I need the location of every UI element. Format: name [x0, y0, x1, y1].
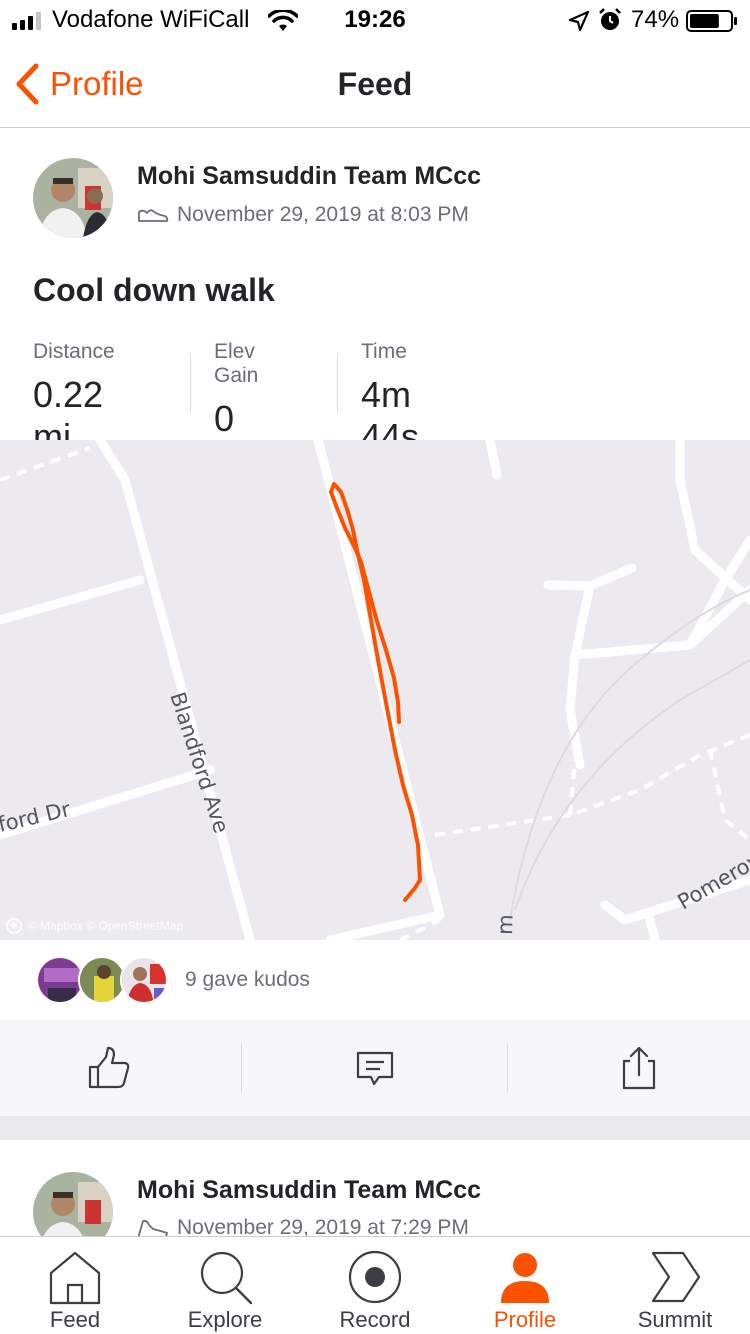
- stat-label: Elev Gain: [214, 340, 259, 387]
- tab-bar: Feed Explore Record Profile Summit: [0, 1236, 750, 1334]
- stat-label: Distance: [33, 340, 115, 363]
- battery-icon: [686, 10, 737, 32]
- mapbox-logo-icon: ◉: [6, 918, 22, 934]
- kudos-avatar: [78, 956, 126, 1004]
- back-button[interactable]: Profile: [14, 62, 144, 106]
- status-bar: Vodafone WiFiCall 19:26 74%: [0, 0, 750, 40]
- activity-meta: November 29, 2019 at 8:03 PM: [137, 203, 469, 227]
- avatar-photo: [33, 158, 113, 238]
- back-label: Profile: [50, 65, 144, 102]
- feed-separator: [0, 1116, 750, 1140]
- record-icon: [348, 1250, 402, 1304]
- kudos-row[interactable]: 9 gave kudos: [0, 940, 750, 1020]
- comment-icon: [356, 1051, 394, 1086]
- tab-label: Record: [339, 1307, 411, 1332]
- kudos-button[interactable]: [79, 1038, 139, 1098]
- shoe-icon: [138, 209, 169, 222]
- tab-explore[interactable]: Explore: [150, 1237, 300, 1334]
- stat-divider: [190, 354, 191, 412]
- street-label-blandford-ave: Blandford Ave: [165, 689, 233, 836]
- map-canvas: Blandford Ave ford Dr Pomeroy m: [0, 440, 750, 940]
- stat-divider: [337, 354, 338, 412]
- athlete-avatar[interactable]: [33, 158, 113, 238]
- athlete-name[interactable]: Mohi Samsuddin Team MCcc: [137, 1176, 481, 1205]
- tab-label: Feed: [49, 1307, 101, 1332]
- share-icon: [622, 1046, 656, 1090]
- kudos-avatars: [36, 956, 168, 1006]
- action-separator: [507, 1044, 508, 1092]
- summit-icon: [651, 1251, 701, 1303]
- location-arrow-icon: [568, 10, 590, 32]
- search-icon: [200, 1251, 253, 1305]
- kudos-count[interactable]: 9 gave kudos: [185, 968, 310, 992]
- tab-label: Summit: [637, 1307, 713, 1332]
- chevron-left-icon: [16, 63, 39, 105]
- navigation-bar: Profile Feed: [0, 40, 750, 128]
- stat-label: Time: [361, 340, 407, 363]
- street-label-partial: m: [493, 914, 518, 935]
- street-label-ford-dr: ford Dr: [0, 797, 73, 837]
- attribution-text: © Mapbox © OpenStreetMap: [28, 919, 184, 933]
- kudos-avatar: [120, 956, 168, 1004]
- tab-feed[interactable]: Feed: [0, 1237, 150, 1334]
- kudos-avatar: [36, 956, 84, 1004]
- thumbs-up-icon: [88, 1046, 130, 1089]
- street-label-pomeroy: Pomeroy: [674, 848, 750, 915]
- tab-profile[interactable]: Profile: [450, 1237, 600, 1334]
- activity-actions: [0, 1020, 750, 1116]
- comment-button[interactable]: [345, 1038, 405, 1098]
- map-attribution[interactable]: ◉ © Mapbox © OpenStreetMap: [6, 918, 183, 934]
- tab-label: Profile: [493, 1307, 557, 1332]
- battery-percent: 74%: [631, 6, 680, 33]
- tab-label: Explore: [187, 1307, 263, 1332]
- home-icon: [49, 1251, 101, 1305]
- activity-title[interactable]: Cool down walk: [33, 272, 275, 309]
- activity-date: November 29, 2019 at 8:03 PM: [177, 203, 469, 226]
- tab-summit[interactable]: Summit: [600, 1237, 750, 1334]
- share-button[interactable]: [609, 1038, 669, 1098]
- alarm-icon: [599, 8, 621, 30]
- activity-map[interactable]: Blandford Ave ford Dr Pomeroy m ◉ © Mapb…: [0, 440, 750, 940]
- profile-icon: [501, 1253, 549, 1303]
- athlete-name[interactable]: Mohi Samsuddin Team MCcc: [137, 162, 481, 191]
- tab-record[interactable]: Record: [300, 1237, 450, 1334]
- action-separator: [241, 1044, 242, 1092]
